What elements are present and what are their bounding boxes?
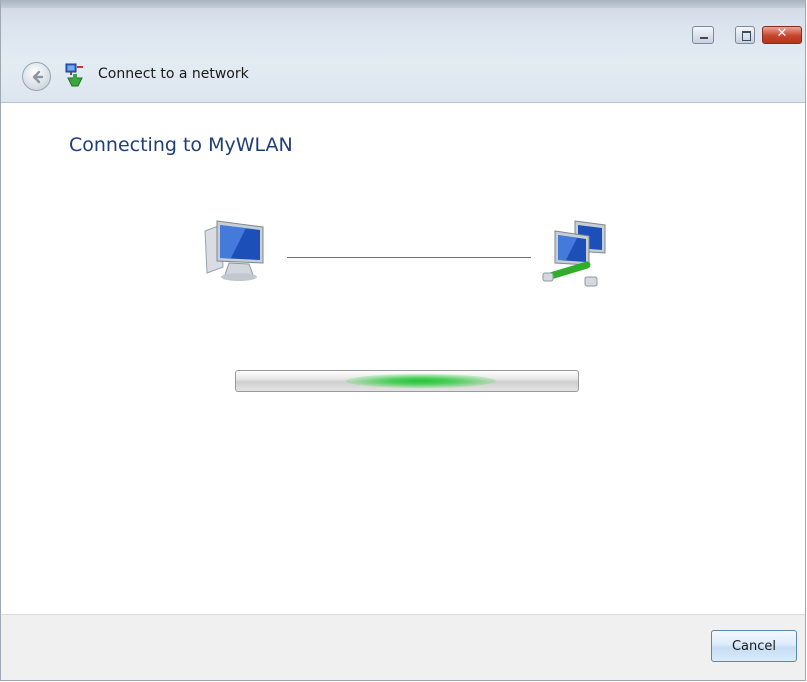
close-icon: ✕: [776, 26, 788, 41]
progress-glow: [346, 374, 496, 388]
window-title: Connect to a network: [98, 66, 249, 82]
connect-dialog-window: ✕ Connect to a network Connecting to MyW…: [0, 0, 806, 681]
connection-line: [287, 257, 531, 258]
close-button[interactable]: ✕: [762, 26, 802, 44]
back-arrow-icon: [32, 70, 44, 84]
cancel-button[interactable]: Cancel: [711, 630, 797, 662]
dialog-footer: [1, 614, 805, 680]
page-title: Connecting to MyWLAN: [69, 134, 293, 156]
computer-icon: [204, 220, 264, 281]
minimize-button[interactable]: [692, 26, 714, 44]
title-bar: ✕ Connect to a network: [1, 0, 805, 103]
connection-progress-bar: [235, 370, 579, 392]
maximize-button[interactable]: [735, 26, 755, 44]
network-connect-icon: [65, 63, 83, 87]
network-computers-icon: [542, 220, 606, 287]
back-button[interactable]: [22, 62, 51, 91]
